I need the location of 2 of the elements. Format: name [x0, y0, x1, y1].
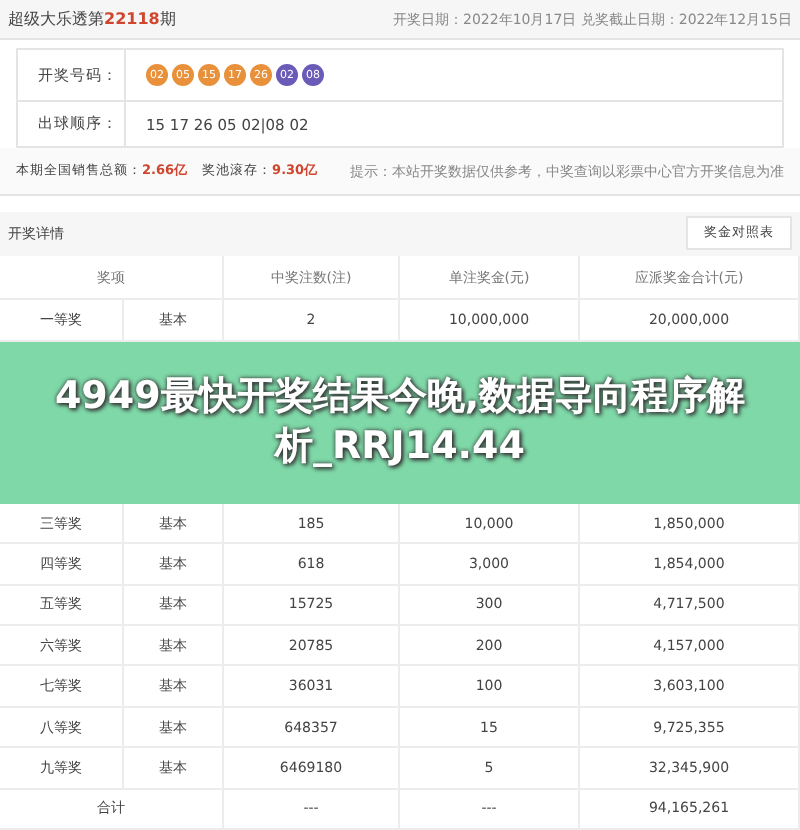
lottery-title: 超级大乐透第22118期: [8, 8, 176, 31]
caption-banner: 4949最快开奖结果今晚,数据导向程序解析_RRJ14.44: [0, 341, 800, 504]
